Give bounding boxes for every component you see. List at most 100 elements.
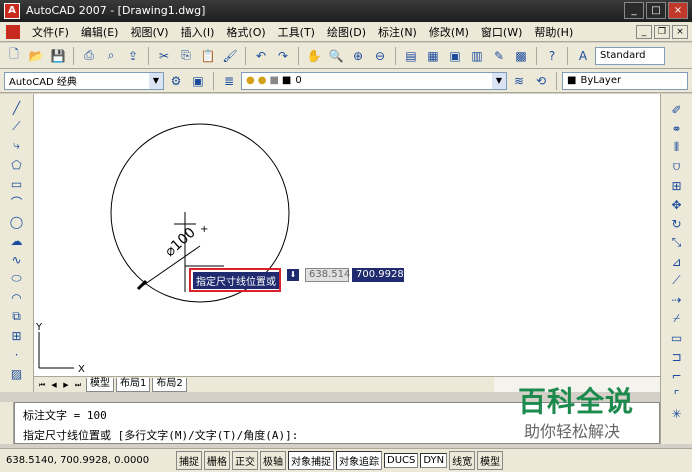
menu-tools[interactable]: 工具(T) bbox=[272, 24, 321, 40]
fillet-icon[interactable]: ⌜ bbox=[667, 385, 687, 404]
plot-preview-icon[interactable]: ⌕ bbox=[101, 46, 121, 66]
ducs-toggle[interactable]: DUCS bbox=[384, 453, 419, 468]
construction-line-icon[interactable]: ⟋ bbox=[7, 117, 27, 136]
command-prompt-line[interactable]: 指定尺寸线位置或 [多行文字(M)/文字(T)/角度(A)]: bbox=[23, 427, 298, 443]
markup-icon[interactable]: ✎ bbox=[489, 46, 509, 66]
menu-draw[interactable]: 绘图(D) bbox=[321, 24, 372, 40]
sheet-set-icon[interactable]: ▥ bbox=[467, 46, 487, 66]
point-icon[interactable]: · bbox=[7, 345, 27, 364]
revision-cloud-icon[interactable]: ☁ bbox=[7, 231, 27, 250]
properties-icon[interactable]: ▤ bbox=[401, 46, 421, 66]
offset-icon[interactable]: ⩌ bbox=[667, 157, 687, 176]
maximize-button[interactable]: □ bbox=[646, 2, 666, 19]
close-button[interactable]: × bbox=[668, 2, 688, 19]
polyline-icon[interactable]: ⤷ bbox=[7, 136, 27, 155]
menu-insert[interactable]: 插入(I) bbox=[175, 24, 221, 40]
join-icon[interactable]: ⊐ bbox=[667, 347, 687, 366]
layer-previous-icon[interactable]: ⟲ bbox=[531, 71, 551, 91]
next-tab-icon[interactable]: ▶ bbox=[60, 379, 72, 391]
model-toggle[interactable]: 模型 bbox=[477, 451, 504, 470]
print-icon[interactable]: ⎙ bbox=[79, 46, 99, 66]
previous-tab-icon[interactable]: ◀ bbox=[48, 379, 60, 391]
coordinate-display[interactable]: 638.5140, 700.9928, 0.0000 bbox=[6, 455, 174, 466]
zoom-window-icon[interactable]: ⊕ bbox=[348, 46, 368, 66]
menu-file[interactable]: 文件(F) bbox=[26, 24, 75, 40]
menu-edit[interactable]: 编辑(E) bbox=[75, 24, 125, 40]
workspace-select[interactable]: AutoCAD 经典 ▼ bbox=[4, 71, 164, 90]
polar-toggle[interactable]: 极轴 bbox=[260, 451, 286, 470]
line-icon[interactable]: ╱ bbox=[7, 98, 27, 117]
make-block-icon[interactable]: ⊞ bbox=[7, 326, 27, 345]
extend-icon[interactable]: ⇢ bbox=[667, 290, 687, 309]
arc-icon[interactable]: ⌒ bbox=[7, 193, 27, 212]
snap-toggle[interactable]: 捕捉 bbox=[176, 451, 202, 470]
undo-icon[interactable]: ↶ bbox=[251, 46, 271, 66]
hatch-icon[interactable]: ▨ bbox=[7, 364, 27, 383]
doc-minimize-button[interactable]: _ bbox=[636, 25, 652, 39]
workspace-save-icon[interactable]: ▣ bbox=[188, 71, 208, 91]
dyn-toggle[interactable]: DYN bbox=[420, 453, 448, 468]
make-current-layer-icon[interactable]: ≋ bbox=[509, 71, 529, 91]
osnap-toggle[interactable]: 对象捕捉 bbox=[288, 451, 334, 470]
text-style-icon[interactable]: A bbox=[573, 46, 593, 66]
document-icon[interactable] bbox=[6, 24, 20, 39]
text-style-select[interactable]: Standard bbox=[595, 46, 665, 65]
open-icon[interactable]: 📂 bbox=[26, 46, 46, 66]
array-icon[interactable]: ⊞ bbox=[667, 176, 687, 195]
autocad-app-icon[interactable]: A bbox=[4, 3, 20, 19]
menu-view[interactable]: 视图(V) bbox=[124, 24, 174, 40]
scale-icon[interactable]: ⤡ bbox=[667, 233, 687, 252]
first-tab-icon[interactable]: ⏮ bbox=[36, 379, 48, 391]
chamfer-icon[interactable]: ⌐ bbox=[667, 366, 687, 385]
layer-manager-icon[interactable]: ≣ bbox=[219, 71, 239, 91]
dynamic-input-x-field[interactable]: 638.514 bbox=[305, 268, 350, 282]
lineweight-toggle[interactable]: 线宽 bbox=[449, 451, 476, 470]
move-icon[interactable]: ✥ bbox=[667, 195, 687, 214]
copy-icon[interactable]: ⎘ bbox=[176, 46, 196, 66]
dimension-text[interactable]: ⌀100 bbox=[162, 225, 199, 260]
zoom-realtime-icon[interactable]: 🔍 bbox=[326, 46, 346, 66]
trim-icon[interactable]: ⟋ bbox=[667, 271, 687, 290]
circle-icon[interactable]: ◯ bbox=[7, 212, 27, 231]
redo-icon[interactable]: ↷ bbox=[273, 46, 293, 66]
command-window-grip[interactable] bbox=[0, 402, 14, 444]
save-icon[interactable]: 💾 bbox=[48, 46, 68, 66]
dynamic-input-y-field[interactable]: 700.9928 bbox=[352, 268, 404, 282]
workspace-settings-icon[interactable]: ⚙ bbox=[166, 71, 186, 91]
rotate-icon[interactable]: ↻ bbox=[667, 214, 687, 233]
zoom-previous-icon[interactable]: ⊖ bbox=[370, 46, 390, 66]
explode-icon[interactable]: ✳ bbox=[667, 404, 687, 423]
tool-palettes-icon[interactable]: ▣ bbox=[445, 46, 465, 66]
erase-icon[interactable]: ✐ bbox=[667, 100, 687, 119]
copy-object-icon[interactable]: ⚭ bbox=[667, 119, 687, 138]
menu-dimension[interactable]: 标注(N) bbox=[372, 24, 423, 40]
publish-icon[interactable]: ⇪ bbox=[123, 46, 143, 66]
help-icon[interactable]: ? bbox=[542, 46, 562, 66]
color-select[interactable]: ■ ByLayer bbox=[562, 71, 688, 90]
ortho-toggle[interactable]: 正交 bbox=[232, 451, 258, 470]
break-icon[interactable]: ▭ bbox=[667, 328, 687, 347]
tab-layout1[interactable]: 布局1 bbox=[116, 377, 151, 392]
paste-icon[interactable]: 📋 bbox=[198, 46, 218, 66]
ellipse-arc-icon[interactable]: ◠ bbox=[7, 288, 27, 307]
polygon-icon[interactable]: ⬠ bbox=[7, 155, 27, 174]
cut-icon[interactable]: ✂ bbox=[154, 46, 174, 66]
menu-format[interactable]: 格式(O) bbox=[220, 24, 271, 40]
spline-icon[interactable]: ∿ bbox=[7, 250, 27, 269]
doc-restore-button[interactable]: ❐ bbox=[654, 25, 670, 39]
tab-layout2[interactable]: 布局2 bbox=[152, 377, 187, 392]
pan-icon[interactable]: ✋ bbox=[304, 46, 324, 66]
doc-close-button[interactable]: × bbox=[672, 25, 688, 39]
mirror-icon[interactable]: ⫴ bbox=[667, 138, 687, 157]
grid-toggle[interactable]: 栅格 bbox=[204, 451, 230, 470]
calculator-icon[interactable]: ▩ bbox=[511, 46, 531, 66]
break-at-point-icon[interactable]: ⌿ bbox=[667, 309, 687, 328]
tab-model[interactable]: 模型 bbox=[86, 377, 114, 392]
new-icon[interactable]: 🗋 bbox=[4, 46, 24, 66]
menu-help[interactable]: 帮助(H) bbox=[528, 24, 579, 40]
ellipse-icon[interactable]: ⬭ bbox=[7, 269, 27, 288]
menu-modify[interactable]: 修改(M) bbox=[423, 24, 475, 40]
last-tab-icon[interactable]: ⏭ bbox=[72, 379, 84, 391]
minimize-button[interactable]: _ bbox=[624, 2, 644, 19]
rectangle-icon[interactable]: ▭ bbox=[7, 174, 27, 193]
